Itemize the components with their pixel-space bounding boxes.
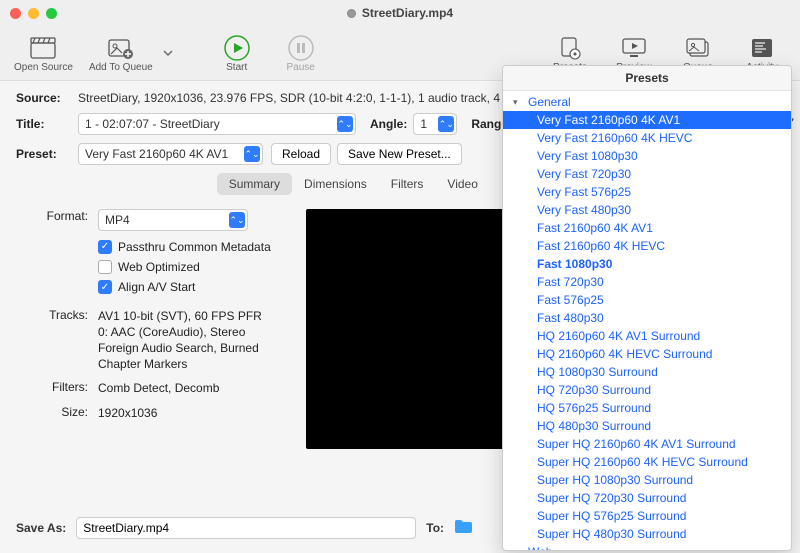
- preset-item[interactable]: Very Fast 576p25: [503, 183, 791, 201]
- save-as-field[interactable]: [76, 517, 416, 539]
- web-optimized-checkbox[interactable]: Web Optimized: [98, 259, 288, 275]
- pause-icon: [287, 34, 315, 62]
- chevron-updown-icon: ⌃⌄: [229, 212, 245, 228]
- window-controls: [10, 8, 57, 19]
- open-source-button[interactable]: Open Source: [8, 32, 79, 75]
- photos-icon: [684, 34, 712, 62]
- preset-item[interactable]: Very Fast 2160p60 4K HEVC: [503, 129, 791, 147]
- minimize-window-button[interactable]: [28, 8, 39, 19]
- format-select[interactable]: MP4 ⌃⌄: [98, 209, 248, 231]
- close-window-button[interactable]: [10, 8, 21, 19]
- align-av-start-checkbox[interactable]: ✓ Align A/V Start: [98, 279, 288, 295]
- monitor-play-icon: [620, 34, 648, 62]
- preset-item[interactable]: HQ 2160p60 4K HEVC Surround: [503, 345, 791, 363]
- angle-label: Angle:: [370, 117, 407, 131]
- source-label: Source:: [16, 91, 70, 105]
- add-to-queue-dropdown[interactable]: [163, 32, 179, 75]
- chevron-updown-icon: ⌃⌄: [438, 116, 454, 132]
- preset-item[interactable]: Very Fast 2160p60 4K AV1: [503, 111, 791, 129]
- terminal-icon: [748, 34, 776, 62]
- preset-item[interactable]: Super HQ 1080p30 Surround: [503, 471, 791, 489]
- preset-item[interactable]: Fast 480p30: [503, 309, 791, 327]
- preset-item[interactable]: Fast 2160p60 4K HEVC: [503, 237, 791, 255]
- chevron-right-icon: ▸: [513, 547, 523, 551]
- angle-select[interactable]: 1 ⌃⌄: [413, 113, 457, 135]
- title-label: Title:: [16, 117, 70, 131]
- size-value: 1920x1036: [98, 405, 288, 421]
- preset-category[interactable]: ▾General: [503, 93, 791, 111]
- pause-button[interactable]: Pause: [271, 32, 331, 75]
- checkbox-on-icon: ✓: [98, 240, 112, 254]
- preset-item[interactable]: Fast 720p30: [503, 273, 791, 291]
- presets-list[interactable]: ▾GeneralVery Fast 2160p60 4K AV1Very Fas…: [503, 91, 791, 550]
- preset-item[interactable]: HQ 576p25 Surround: [503, 399, 791, 417]
- preset-item[interactable]: HQ 720p30 Surround: [503, 381, 791, 399]
- document-modified-icon: [347, 9, 356, 18]
- size-label: Size:: [28, 405, 88, 421]
- add-to-queue-button[interactable]: Add To Queue: [83, 32, 159, 75]
- tab-summary[interactable]: Summary: [217, 173, 292, 195]
- preset-item[interactable]: Fast 1080p30: [503, 255, 791, 273]
- source-value: StreetDiary, 1920x1036, 23.976 FPS, SDR …: [78, 91, 565, 105]
- filters-label: Filters:: [28, 380, 88, 396]
- presets-panel: Presets ▾GeneralVery Fast 2160p60 4K AV1…: [502, 65, 792, 551]
- document-gear-icon: [556, 34, 584, 62]
- preset-item[interactable]: Fast 2160p60 4K AV1: [503, 219, 791, 237]
- folder-icon[interactable]: [454, 519, 472, 538]
- photo-add-icon: [107, 34, 135, 62]
- filters-value: Comb Detect, Decomb: [98, 380, 288, 396]
- preset-item[interactable]: Super HQ 480p30 Surround: [503, 525, 791, 543]
- preset-select[interactable]: Very Fast 2160p60 4K AV1 ⌃⌄: [78, 143, 263, 165]
- preset-category[interactable]: ▸Web: [503, 543, 791, 550]
- checkbox-off-icon: [98, 260, 112, 274]
- play-icon: [223, 34, 251, 62]
- preset-item[interactable]: Super HQ 720p30 Surround: [503, 489, 791, 507]
- chevron-down-icon: ▾: [513, 97, 523, 108]
- checkbox-on-icon: ✓: [98, 280, 112, 294]
- zoom-window-button[interactable]: [46, 8, 57, 19]
- preset-item[interactable]: HQ 1080p30 Surround: [503, 363, 791, 381]
- preset-item[interactable]: Very Fast 720p30: [503, 165, 791, 183]
- title-select[interactable]: 1 - 02:07:07 - StreetDiary ⌃⌄: [78, 113, 356, 135]
- preset-item[interactable]: Super HQ 2160p60 4K HEVC Surround: [503, 453, 791, 471]
- preset-item[interactable]: HQ 2160p60 4K AV1 Surround: [503, 327, 791, 345]
- preset-label: Preset:: [16, 147, 70, 161]
- passthru-metadata-checkbox[interactable]: ✓ Passthru Common Metadata: [98, 239, 288, 255]
- save-new-preset-button[interactable]: Save New Preset...: [337, 143, 462, 165]
- preset-item[interactable]: Super HQ 2160p60 4K AV1 Surround: [503, 435, 791, 453]
- tab-filters[interactable]: Filters: [379, 173, 436, 195]
- chevron-updown-icon: ⌃⌄: [337, 116, 353, 132]
- preset-item[interactable]: Very Fast 480p30: [503, 201, 791, 219]
- start-button[interactable]: Start: [207, 32, 267, 75]
- reload-button[interactable]: Reload: [271, 143, 331, 165]
- save-as-label: Save As:: [16, 521, 66, 535]
- chevron-updown-icon: ⌃⌄: [244, 146, 260, 162]
- tab-video[interactable]: Video: [435, 173, 489, 195]
- preset-item[interactable]: Fast 576p25: [503, 291, 791, 309]
- title-bar: StreetDiary.mp4: [0, 0, 800, 26]
- tracks-label: Tracks:: [28, 308, 88, 373]
- clapper-icon: [29, 34, 57, 62]
- preset-item[interactable]: HQ 480p30 Surround: [503, 417, 791, 435]
- presets-panel-title: Presets: [503, 66, 791, 91]
- to-label: To:: [426, 521, 444, 535]
- tab-dimensions[interactable]: Dimensions: [292, 173, 379, 195]
- preset-item[interactable]: Very Fast 1080p30: [503, 147, 791, 165]
- format-label: Format:: [28, 209, 88, 231]
- window-title: StreetDiary.mp4: [362, 6, 453, 20]
- preset-item[interactable]: Super HQ 576p25 Surround: [503, 507, 791, 525]
- tracks-value: AV1 10-bit (SVT), 60 FPS PFR 0: AAC (Cor…: [98, 308, 288, 373]
